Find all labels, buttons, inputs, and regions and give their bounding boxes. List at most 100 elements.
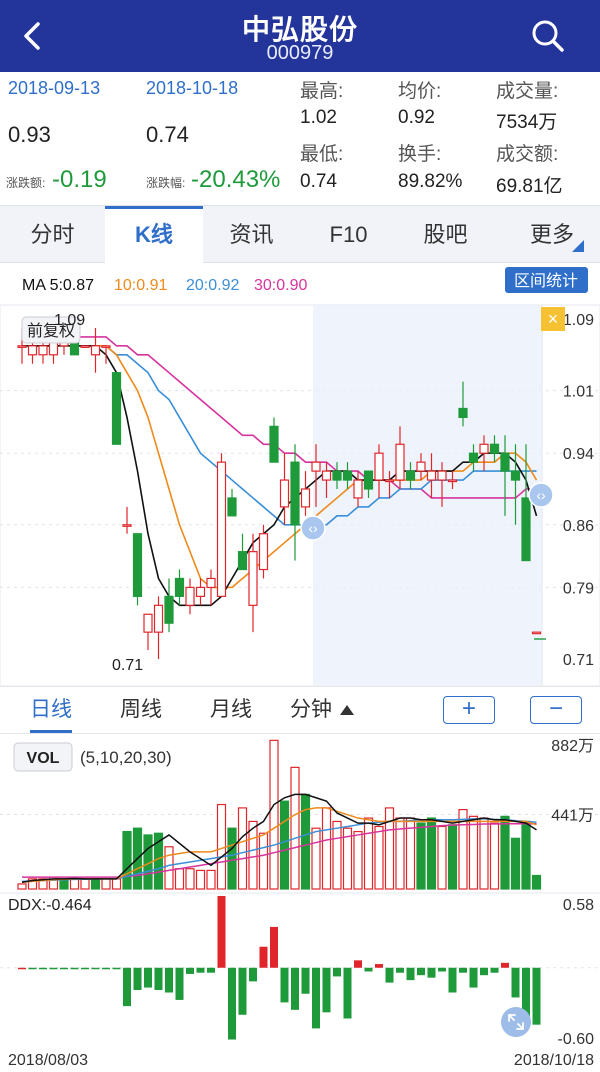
ma20-legend: 20:0.92 — [186, 277, 239, 294]
vol-bar — [122, 830, 132, 890]
expand-button[interactable] — [501, 1007, 531, 1037]
ddx-bar — [385, 967, 394, 983]
ddx-bar — [154, 967, 163, 991]
vol-bar — [363, 817, 374, 890]
zoom-out-button[interactable]: − — [530, 696, 582, 724]
vol-bar — [321, 807, 332, 890]
low-value: 0.74 — [300, 171, 337, 192]
candle-body — [363, 470, 374, 490]
ddx-bar — [259, 946, 268, 968]
vol-bar — [69, 878, 80, 890]
tab-guba[interactable]: 股吧 — [397, 206, 494, 264]
subtab-weekly[interactable]: 周线 — [120, 687, 162, 733]
ddx-bar — [280, 967, 289, 1003]
candle-body — [216, 461, 227, 597]
ma30-legend: 30:0.90 — [254, 277, 307, 294]
kline-max-label: 1.09 — [54, 312, 85, 329]
candle-body — [227, 497, 237, 517]
period-tabs: 日线 周线 月线 分钟 + − — [0, 686, 600, 734]
candle-body — [143, 613, 153, 633]
candle-body — [153, 604, 164, 633]
ddx-bar — [532, 967, 541, 1025]
range-info-panel: 2018-09-13 2018-10-18 0.93 0.74 涨跌额: -0.… — [0, 72, 600, 202]
low-label: 最低: — [300, 144, 344, 165]
vol-indicator-label: VOL — [27, 750, 60, 767]
drag-handle-icon: ‹› — [536, 487, 546, 503]
ddx-bar — [207, 967, 215, 973]
ddx-bar — [133, 967, 142, 991]
ddx-bar — [312, 967, 320, 1029]
subtab-minute[interactable]: 分钟 — [290, 687, 332, 733]
candle-body — [300, 488, 311, 508]
vol-bar — [174, 868, 185, 890]
vol-bar — [416, 822, 426, 890]
drag-handle-icon: ‹› — [308, 520, 318, 536]
avg-value: 0.92 — [398, 107, 435, 128]
ddx-bar — [81, 967, 89, 970]
vol-bar — [185, 868, 195, 890]
axis-end-date: 2018/10/18 — [514, 1052, 594, 1069]
vol-bar — [332, 820, 342, 890]
vol-bar — [531, 874, 542, 890]
amount-label: 成交额: — [496, 144, 559, 165]
range-end-price: 0.74 — [146, 122, 189, 147]
high-label: 最高: — [300, 81, 344, 102]
ddx-bar — [144, 967, 152, 988]
tab-more[interactable]: 更多 — [494, 206, 574, 264]
range-start-price: 0.93 — [8, 122, 51, 147]
candle-body — [531, 631, 542, 635]
ddx-bar — [238, 967, 247, 1015]
ddx-bar — [28, 967, 37, 970]
range-stats-button-label: 区间统计 — [514, 272, 578, 290]
candle-body — [342, 470, 353, 481]
app-header: 中弘股份 000979 — [0, 0, 600, 72]
ddx-bar — [354, 960, 362, 968]
candle-body — [290, 461, 300, 526]
candle-body — [258, 533, 269, 571]
candle-body — [384, 479, 395, 483]
candle-body — [426, 470, 437, 481]
kline-chart[interactable]: 1.09 1.01 0.94 0.86 0.79 0.71 MA 5:0.87 10:0.91… — [0, 263, 600, 686]
candle-body — [279, 479, 290, 508]
candle-body — [510, 470, 521, 481]
pct-value: -20.43% — [191, 166, 281, 193]
ddx-bar — [196, 967, 205, 973]
ddx-value-label: DDX:-0.464 — [8, 897, 92, 914]
axis-start-date: 2018/08/03 — [8, 1052, 88, 1069]
subtab-daily[interactable]: 日线 — [30, 687, 72, 733]
vol-bar — [500, 815, 510, 890]
candle-body — [458, 407, 468, 419]
ddx-min-label: -0.60 — [558, 1031, 595, 1048]
volume-chart[interactable]: VOL (5,10,20,30) 882万 441万 — [0, 734, 600, 894]
vol-bar — [279, 800, 290, 890]
vol-bar — [510, 837, 521, 890]
candle-body — [185, 586, 195, 606]
tab-kline[interactable]: K线 — [105, 206, 203, 264]
candle-body — [374, 452, 384, 481]
minute-caret-up-icon[interactable] — [340, 705, 354, 715]
tab-news[interactable]: 资讯 — [203, 206, 300, 264]
subtab-monthly[interactable]: 月线 — [210, 687, 252, 733]
vol-bar — [17, 883, 27, 890]
candle-body — [437, 470, 447, 481]
search-icon[interactable] — [530, 18, 566, 54]
tab-fenshi[interactable]: 分时 — [0, 206, 105, 264]
vol-bar — [468, 815, 479, 890]
ddx-bar — [406, 967, 415, 981]
ddx-bar — [49, 967, 58, 970]
vol-bar — [90, 878, 101, 890]
kline-y-tick: 0.79 — [563, 580, 594, 597]
candle-body — [38, 345, 48, 356]
candle-body — [447, 479, 458, 483]
turnover-label: 换手: — [398, 144, 442, 165]
ddx-chart[interactable]: DDX:-0.464 0.58 -0.60 2018/08/03 2018/10/18 — [0, 894, 600, 1072]
tab-f10[interactable]: F10 — [300, 206, 397, 264]
volume-label: 成交量: — [496, 81, 559, 102]
stock-code: 000979 — [266, 42, 334, 64]
ddx-bar — [301, 967, 310, 994]
zoom-in-button[interactable]: + — [443, 696, 495, 724]
tab-more-corner-icon — [572, 240, 584, 252]
ddx-bar — [102, 967, 110, 970]
change-label: 涨跌额: — [6, 176, 46, 190]
candle-body — [206, 577, 216, 589]
